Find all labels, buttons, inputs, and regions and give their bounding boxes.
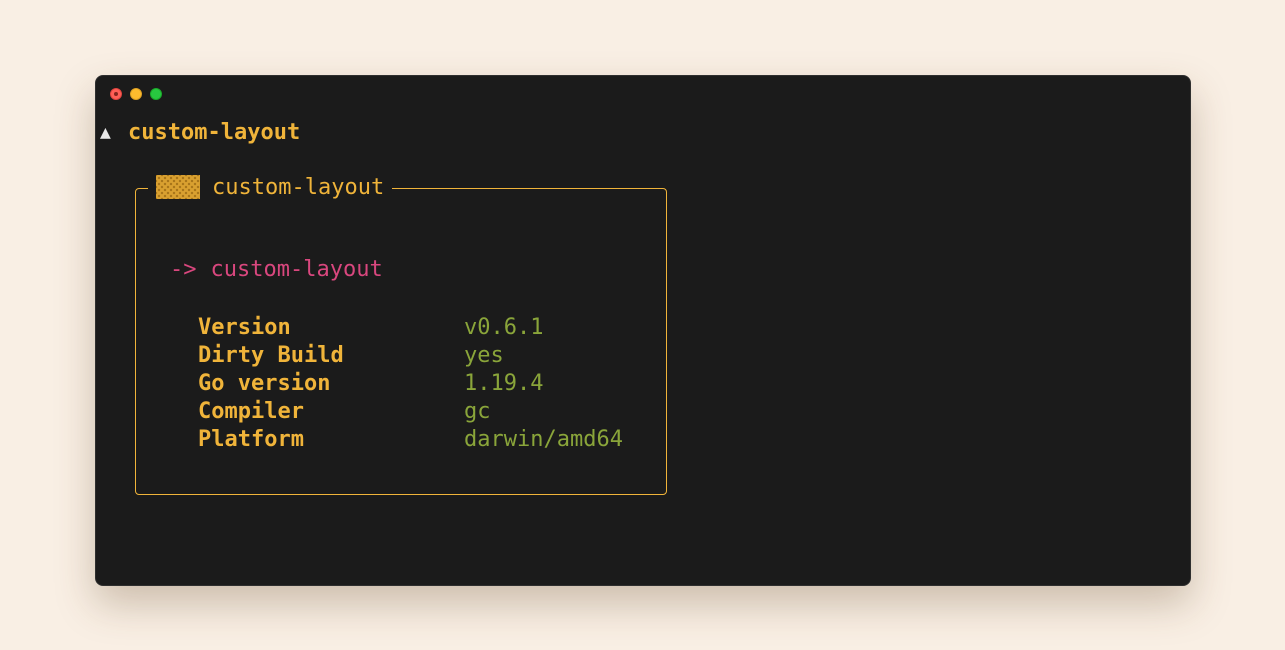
command-arrow: -> [170, 257, 197, 282]
pattern-block-icon [156, 175, 200, 199]
terminal-window: ▲ custom-layout custom-layout -> custom-l… [95, 75, 1191, 586]
zoom-button[interactable] [150, 88, 162, 100]
table-row: Compiler gc [198, 397, 623, 425]
prompt-line: ▲ custom-layout [100, 118, 300, 146]
triangle-icon: ▲ [100, 121, 111, 143]
prompt-title: custom-layout [128, 119, 301, 145]
info-key: Dirty Build [198, 342, 344, 368]
window-controls [110, 88, 162, 101]
panel-title-text: custom-layout [212, 174, 385, 200]
info-value: darwin/amd64 [464, 426, 623, 452]
close-button[interactable] [110, 88, 122, 100]
info-key: Version [198, 314, 291, 340]
command-name: custom-layout [210, 257, 383, 282]
info-key: Compiler [198, 398, 304, 424]
command-line: -> custom-layout [170, 257, 383, 282]
table-row: Platform darwin/amd64 [198, 425, 623, 453]
info-key: Platform [198, 426, 304, 452]
info-value: gc [464, 398, 491, 424]
info-panel: custom-layout -> custom-layout Version v0… [135, 173, 667, 495]
panel-title: custom-layout [148, 173, 393, 201]
info-value: yes [464, 342, 504, 368]
info-value: 1.19.4 [464, 370, 544, 396]
info-table: Version v0.6.1 Dirty Build yes Go versio… [198, 313, 623, 453]
info-value: v0.6.1 [464, 314, 544, 340]
info-key: Go version [198, 370, 331, 396]
minimize-button[interactable] [130, 88, 142, 100]
table-row: Dirty Build yes [198, 341, 623, 369]
table-row: Go version 1.19.4 [198, 369, 623, 397]
table-row: Version v0.6.1 [198, 313, 623, 341]
